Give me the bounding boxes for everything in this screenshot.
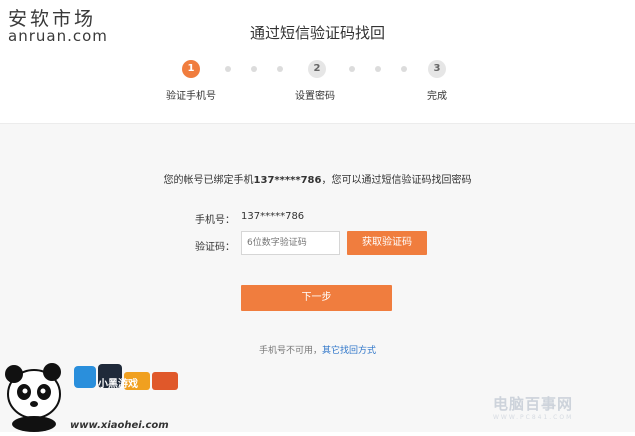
other-recovery-link[interactable]: 其它找回方式 (322, 346, 376, 356)
notice-phone: 137*****786 (253, 175, 322, 186)
code-label: 验证码： (195, 242, 235, 253)
step-1-circle: 1 (182, 60, 200, 78)
step-connector-dot (251, 66, 257, 72)
pc841-brand: 电脑百事网 (493, 395, 574, 413)
step-connector-dot (349, 66, 355, 72)
notice-prefix: 您的帐号已绑定手机 (163, 175, 254, 186)
next-step-button[interactable]: 下一步 (241, 285, 392, 311)
step-1-label: 验证手机号 (166, 91, 216, 102)
watermark-xiaohei: 小黑游戏 www.xiaohei.com (0, 360, 200, 432)
step-connector-dot (375, 66, 381, 72)
pc841-url: WWW.PC841.COM (493, 414, 574, 421)
phone-value: 137*****786 (241, 211, 305, 222)
alternative-recovery: 手机号不可用，其它找回方式 (0, 343, 635, 356)
watermark-pc841: 电脑百事网 WWW.PC841.COM (493, 393, 573, 421)
xiaohei-url-text: www.xiaohei.com (70, 420, 169, 431)
binding-notice: 您的帐号已绑定手机137*****786，您可以通过短信验证码找回密码 (0, 171, 635, 186)
phone-label: 手机号： (195, 215, 235, 226)
alt-text: 手机号不可用， (258, 346, 322, 356)
step-connector-dot (277, 66, 283, 72)
page-title: 通过短信验证码找回 (249, 24, 385, 42)
panda-logo-icon: 小黑游戏 www.xiaohei.com (5, 363, 178, 432)
step-2-circle: 2 (308, 60, 326, 78)
step-2-label: 设置密码 (295, 91, 335, 102)
notice-suffix: ，您可以通过短信验证码找回密码 (321, 175, 472, 186)
step-3-circle: 3 (428, 60, 446, 78)
verification-code-input[interactable] (241, 231, 340, 255)
step-connector-dot (401, 66, 407, 72)
get-code-button[interactable]: 获取验证码 (347, 231, 427, 255)
xiaohei-logo-text: 小黑游戏 (97, 377, 138, 390)
step-3-label: 完成 (427, 91, 447, 102)
step-connector-dot (225, 66, 231, 72)
